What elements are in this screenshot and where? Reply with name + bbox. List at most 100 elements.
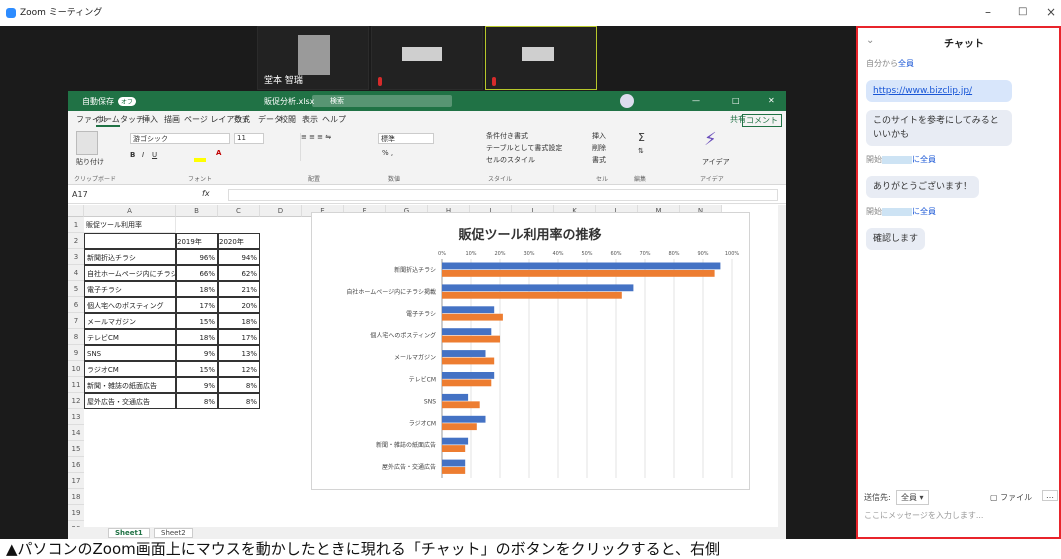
participant-video-1[interactable]: 堂本 智瑞 — [257, 26, 369, 90]
cell[interactable]: 17% — [176, 297, 218, 313]
minimize-button[interactable]: – — [985, 4, 991, 20]
cell[interactable]: 12% — [218, 361, 260, 377]
ribbon-tab[interactable]: 挿入 — [142, 114, 158, 125]
sheet-tab[interactable]: Sheet2 — [154, 528, 193, 538]
maximize-icon[interactable]: □ — [732, 96, 740, 105]
row-header[interactable]: 4 — [68, 265, 84, 281]
ideas-icon[interactable]: ⚡ — [704, 129, 717, 150]
close-icon[interactable]: ✕ — [768, 96, 775, 105]
ribbon-tab[interactable]: 描画 — [164, 114, 180, 125]
row-header[interactable]: 9 — [68, 345, 84, 361]
close-button[interactable]: × — [1046, 4, 1056, 20]
fill-color-icon[interactable] — [194, 158, 206, 162]
row-header[interactable]: 10 — [68, 361, 84, 377]
cell[interactable]: テレビCM — [84, 329, 176, 345]
font-color-icon[interactable]: A — [216, 149, 221, 157]
row-header[interactable]: 15 — [68, 441, 84, 457]
participant-video-3[interactable] — [485, 26, 597, 90]
cell[interactable]: 18% — [176, 281, 218, 297]
cell[interactable]: 94% — [218, 249, 260, 265]
autosave-toggle[interactable]: オフ — [118, 97, 137, 106]
minimize-icon[interactable]: — — [692, 96, 700, 105]
maximize-button[interactable]: □ — [1018, 4, 1027, 20]
alignment-buttons[interactable]: ≡ ≡ ≡ ⇋ — [300, 133, 360, 161]
select-all-corner[interactable] — [68, 205, 84, 217]
column-header[interactable]: D — [260, 205, 302, 217]
cell[interactable]: 18% — [218, 313, 260, 329]
column-header[interactable]: B — [176, 205, 218, 217]
row-header[interactable]: 14 — [68, 425, 84, 441]
participant-video-2[interactable] — [371, 26, 483, 90]
cell[interactable]: 個人宅へのポスティング — [84, 297, 176, 313]
cell[interactable]: ラジオCM — [84, 361, 176, 377]
cell[interactable]: 15% — [176, 313, 218, 329]
italic-button[interactable]: I — [142, 151, 144, 159]
cell[interactable]: 新聞・雑誌の紙面広告 — [84, 377, 176, 393]
cell[interactable]: 8% — [218, 377, 260, 393]
column-header[interactable]: C — [218, 205, 260, 217]
row-header[interactable]: 6 — [68, 297, 84, 313]
row-header[interactable]: 18 — [68, 489, 84, 505]
ribbon-tab[interactable]: タッチ — [120, 114, 144, 125]
cell[interactable]: 96% — [176, 249, 218, 265]
percent-button[interactable]: % , — [382, 149, 393, 157]
row-header[interactable]: 8 — [68, 329, 84, 345]
column-header[interactable]: A — [84, 205, 176, 217]
paste-icon[interactable] — [76, 131, 98, 155]
name-box[interactable]: A17 — [72, 190, 120, 199]
cell-style-button[interactable]: セルのスタイル — [486, 155, 535, 165]
message-input[interactable]: ここにメッセージを入力します... — [864, 510, 983, 521]
ribbon-tab[interactable]: ホーム — [96, 114, 120, 127]
underline-button[interactable]: U — [152, 151, 157, 159]
message-link[interactable]: https://www.bizclip.jp/ — [866, 80, 1012, 102]
ribbon-tab[interactable]: 校閲 — [280, 114, 296, 125]
conditional-format-button[interactable]: 条件付き書式 — [486, 131, 528, 141]
row-header[interactable]: 5 — [68, 281, 84, 297]
chart[interactable]: 販促ツール利用率の推移 0% 10% 20% 30% 40% 50% 60% 70% 80% 90%… — [311, 212, 750, 490]
row-header[interactable]: 7 — [68, 313, 84, 329]
row-header[interactable]: 13 — [68, 409, 84, 425]
cell[interactable]: 17% — [218, 329, 260, 345]
file-button[interactable]: ▢ ファイル — [990, 492, 1032, 503]
cell[interactable] — [84, 233, 176, 249]
cell[interactable]: 2020年 — [218, 233, 260, 249]
ribbon-tab[interactable]: 表示 — [302, 114, 318, 125]
cell[interactable]: 新聞折込チラシ — [84, 249, 176, 265]
cell[interactable]: SNS — [84, 345, 176, 361]
table-format-button[interactable]: テーブルとして書式設定 — [486, 143, 562, 153]
avatar[interactable] — [620, 94, 634, 108]
cell[interactable]: 9% — [176, 345, 218, 361]
vertical-scrollbar[interactable] — [778, 205, 786, 527]
chevron-down-icon[interactable]: ⌄ — [866, 35, 874, 46]
cell[interactable]: 20% — [218, 297, 260, 313]
insert-cells-button[interactable]: 挿入 — [592, 131, 606, 141]
row-header[interactable]: 16 — [68, 457, 84, 473]
cell[interactable]: 屋外広告・交通広告 — [84, 393, 176, 409]
ribbon-tab[interactable]: 数式 — [234, 114, 250, 125]
number-format-select[interactable]: 標準 — [378, 133, 434, 144]
cell[interactable]: 8% — [176, 393, 218, 409]
cell[interactable]: 15% — [176, 361, 218, 377]
sheet-tab[interactable]: Sheet1 — [108, 528, 150, 538]
cell[interactable]: 9% — [176, 377, 218, 393]
cell[interactable]: 販促ツール利用率 — [84, 217, 176, 233]
cell[interactable]: メールマガジン — [84, 313, 176, 329]
cell[interactable]: 21% — [218, 281, 260, 297]
search-box[interactable]: 検索 — [312, 95, 452, 107]
formula-input[interactable] — [228, 189, 778, 201]
ribbon-tab[interactable]: ヘルプ — [322, 114, 346, 125]
cell[interactable]: 自社ホームページ内にチラシ掲載 — [84, 265, 176, 281]
row-header[interactable]: 11 — [68, 377, 84, 393]
format-cells-button[interactable]: 書式 — [592, 155, 606, 165]
more-button[interactable]: … — [1042, 490, 1058, 501]
cell[interactable]: 2019年 — [176, 233, 218, 249]
font-select[interactable]: 游ゴシック — [130, 133, 230, 144]
cell[interactable]: 66% — [176, 265, 218, 281]
cell[interactable]: 8% — [218, 393, 260, 409]
font-size-select[interactable]: 11 — [234, 133, 264, 144]
row-header[interactable]: 12 — [68, 393, 84, 409]
row-header[interactable]: 19 — [68, 505, 84, 521]
cell[interactable]: 13% — [218, 345, 260, 361]
row-header[interactable]: 17 — [68, 473, 84, 489]
sum-icon[interactable]: Σ — [638, 131, 645, 144]
